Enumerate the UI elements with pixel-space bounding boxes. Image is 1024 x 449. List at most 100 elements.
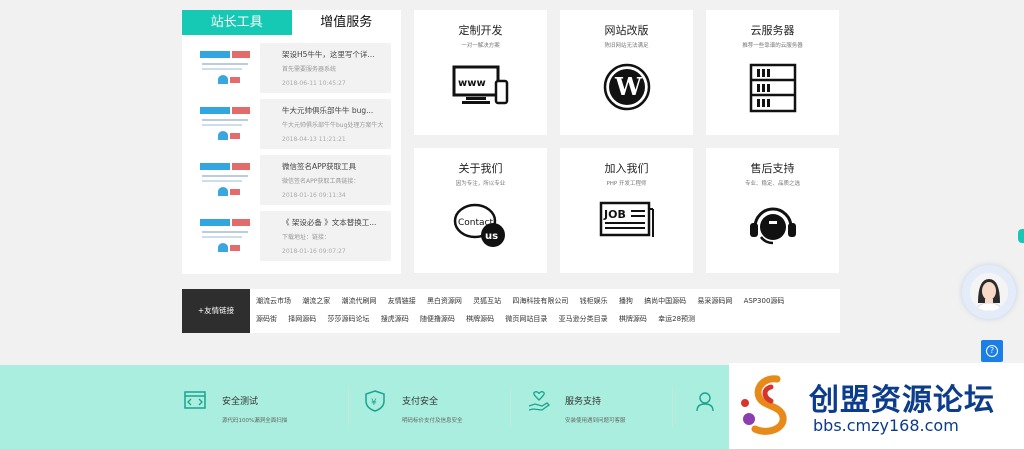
divider	[348, 387, 349, 427]
watermark-brand: 创盟资源论坛	[809, 383, 995, 418]
article-date: 2018-06-11 10:45:27	[282, 80, 346, 87]
server-rack-icon	[749, 63, 796, 113]
friend-link[interactable]: 播狗	[619, 297, 633, 305]
service-title: 定制开发	[458, 24, 503, 37]
article-list: 架设H5牛牛，这里写个详... 首先需要服务器系统 2018-06-11 10:…	[182, 35, 401, 261]
article-thumbnail[interactable]	[194, 99, 254, 149]
tab-webmaster-tools[interactable]: 站长工具	[182, 10, 292, 35]
service-card-after-sales[interactable]: 售后支持 专业、稳定、品质之选	[706, 148, 839, 273]
friend-link[interactable]: 灵狐互站	[473, 297, 501, 305]
friend-links-label: +友情链接	[182, 289, 250, 333]
service-subtitle: 专业、稳定、品质之选	[744, 181, 800, 187]
article-title[interactable]: 架设H5牛牛，这里写个详...	[282, 49, 385, 61]
help-button[interactable]: ?	[981, 340, 1003, 362]
friend-link[interactable]: 源码街	[256, 315, 277, 323]
article-excerpt: 微信签名APP获取工具链接：	[282, 178, 360, 185]
wordpress-icon: W	[603, 63, 650, 111]
agent-portrait-icon	[970, 273, 1008, 311]
service-title: 加入我们	[604, 162, 649, 175]
feature-desc: 安装使用遇到问题可客服	[565, 418, 626, 424]
service-card-redesign[interactable]: 网站改版 陈旧网站无法满足 W	[560, 10, 693, 135]
service-card-cloud-server[interactable]: 云服务器 推荐一些靠谱的云服务器	[706, 10, 839, 135]
friend-link[interactable]: 搞尚中国源码	[644, 297, 686, 305]
article-thumbnail[interactable]	[194, 155, 254, 205]
service-subtitle: 一对一解决方案	[461, 43, 500, 49]
svg-text:W: W	[614, 72, 643, 101]
service-title: 售后支持	[750, 162, 795, 175]
friend-link[interactable]: 幸运28预测	[658, 315, 695, 323]
feature-title: 安全测试	[222, 397, 259, 407]
svg-text:us: us	[485, 231, 498, 242]
service-subtitle: 因为专注，所以专业	[455, 181, 506, 187]
side-toolbar-tab[interactable]	[1018, 229, 1024, 243]
service-title: 关于我们	[458, 162, 503, 175]
www-monitor-phone-icon: www	[452, 65, 508, 105]
friend-link[interactable]: 潮流云市场	[256, 297, 291, 305]
service-title: 网站改版	[604, 24, 649, 37]
service-subtitle: 推荐一些靠谱的云服务器	[742, 43, 803, 49]
friend-link[interactable]: ASP300源码	[744, 297, 785, 305]
customer-agent-icon	[696, 392, 714, 412]
article-thumbnail[interactable]	[194, 211, 254, 261]
list-item[interactable]: 《 架设必备 》文本替换工... 下载地址：链接： 2018-01-16 09:…	[194, 211, 391, 261]
friend-link[interactable]: 随便撸源码	[420, 315, 455, 323]
article-title[interactable]: 《 架设必备 》文本替换工...	[282, 217, 385, 229]
friend-link[interactable]: 棋牌源码	[619, 315, 647, 323]
avatar	[970, 273, 1008, 311]
service-subtitle: PHP 开发工程师	[606, 181, 647, 187]
panel-tabs: 站长工具 增值服务	[182, 10, 401, 35]
friend-link[interactable]: 潮流代刷网	[341, 297, 376, 305]
article-date: 2018-04-13 11:21:21	[282, 136, 346, 143]
service-subtitle: 陈旧网站无法满足	[604, 43, 649, 49]
contact-us-bubble-icon: Contact us	[453, 203, 505, 247]
list-item[interactable]: 架设H5牛牛，这里写个详... 首先需要服务器系统 2018-06-11 10:…	[194, 43, 391, 93]
shield-yen-icon: ¥	[365, 390, 385, 412]
service-card-custom-dev[interactable]: 定制开发 一对一解决方案 www	[414, 10, 547, 135]
article-thumbnail[interactable]	[194, 43, 254, 93]
friend-link[interactable]: 微页网站目录	[505, 315, 547, 323]
article-excerpt: 下载地址：链接：	[282, 234, 331, 241]
watermark-url: bbs.cmzy168.com	[813, 416, 959, 435]
article-excerpt: 首先需要服务器系统	[282, 66, 337, 73]
job-newspaper-icon: JOB	[599, 201, 654, 237]
friend-link[interactable]: 搜虎源码	[381, 315, 409, 323]
service-title: 云服务器	[750, 24, 795, 37]
friend-links-list: 潮流云市场 潮流之家 潮流代刷网 友情链接 黑白资源网 灵狐互站 四海科技有限公…	[256, 292, 836, 328]
site-watermark: 创盟资源论坛 bbs.cmzy168.com	[729, 363, 1024, 449]
friend-link[interactable]: 莎莎源码论坛	[327, 315, 369, 323]
feature-desc: 源代码100%漏洞全面扫描	[222, 418, 288, 424]
divider	[672, 387, 673, 427]
friend-link[interactable]: 潮流之家	[302, 297, 330, 305]
tools-panel: 站长工具 增值服务 架设H5牛牛，这里写个详... 首先需要服务器系统 2018…	[182, 10, 401, 274]
headset-support-icon	[749, 207, 796, 245]
svg-text:JOB: JOB	[603, 208, 626, 221]
article-title[interactable]: 微信签名APP获取工具	[282, 161, 385, 173]
service-card-about-us[interactable]: 关于我们 因为专注，所以专业 Contact us	[414, 148, 547, 273]
service-card-join-us[interactable]: 加入我们 PHP 开发工程师 JOB	[560, 148, 693, 273]
friend-link[interactable]: 友情链接	[388, 297, 416, 305]
feature-title: 服务支持	[565, 397, 602, 407]
article-title[interactable]: 牛大元帅俱乐部牛牛 bug...	[282, 105, 385, 117]
hand-heart-icon	[528, 391, 551, 411]
customer-service-avatar[interactable]	[962, 265, 1016, 319]
code-window-icon	[184, 391, 206, 409]
article-date: 2018-01-16 09:07:27	[282, 248, 346, 255]
friend-link[interactable]: 钱柜娱乐	[580, 297, 608, 305]
divider	[510, 387, 511, 427]
watermark-logo-icon	[741, 375, 787, 435]
friend-links-bar: +友情链接 潮流云市场 潮流之家 潮流代刷网 友情链接 黑白资源网 灵狐互站 四…	[182, 289, 840, 333]
article-date: 2018-01-16 09:11:34	[282, 192, 346, 199]
friend-link[interactable]: 棋牌源码	[466, 315, 494, 323]
friend-link[interactable]: 四海科技有限公司	[512, 297, 568, 305]
svg-text:www: www	[458, 78, 486, 89]
friend-link[interactable]: 亚马逊分类目录	[559, 315, 608, 323]
friend-link[interactable]: 黑白资源网	[427, 297, 462, 305]
feature-desc: 明码标价支付及信息安全	[402, 418, 463, 424]
friend-link[interactable]: 择网源码	[288, 315, 316, 323]
svg-text:¥: ¥	[371, 398, 377, 408]
list-item[interactable]: 牛大元帅俱乐部牛牛 bug... 牛大元帅俱乐部牛牛bug处理方案牛大 2018…	[194, 99, 391, 149]
help-icon: ?	[986, 345, 998, 357]
list-item[interactable]: 微信签名APP获取工具 微信签名APP获取工具链接： 2018-01-16 09…	[194, 155, 391, 205]
friend-link[interactable]: 易采源码网	[697, 297, 732, 305]
tab-value-added-services[interactable]: 增值服务	[291, 10, 401, 35]
